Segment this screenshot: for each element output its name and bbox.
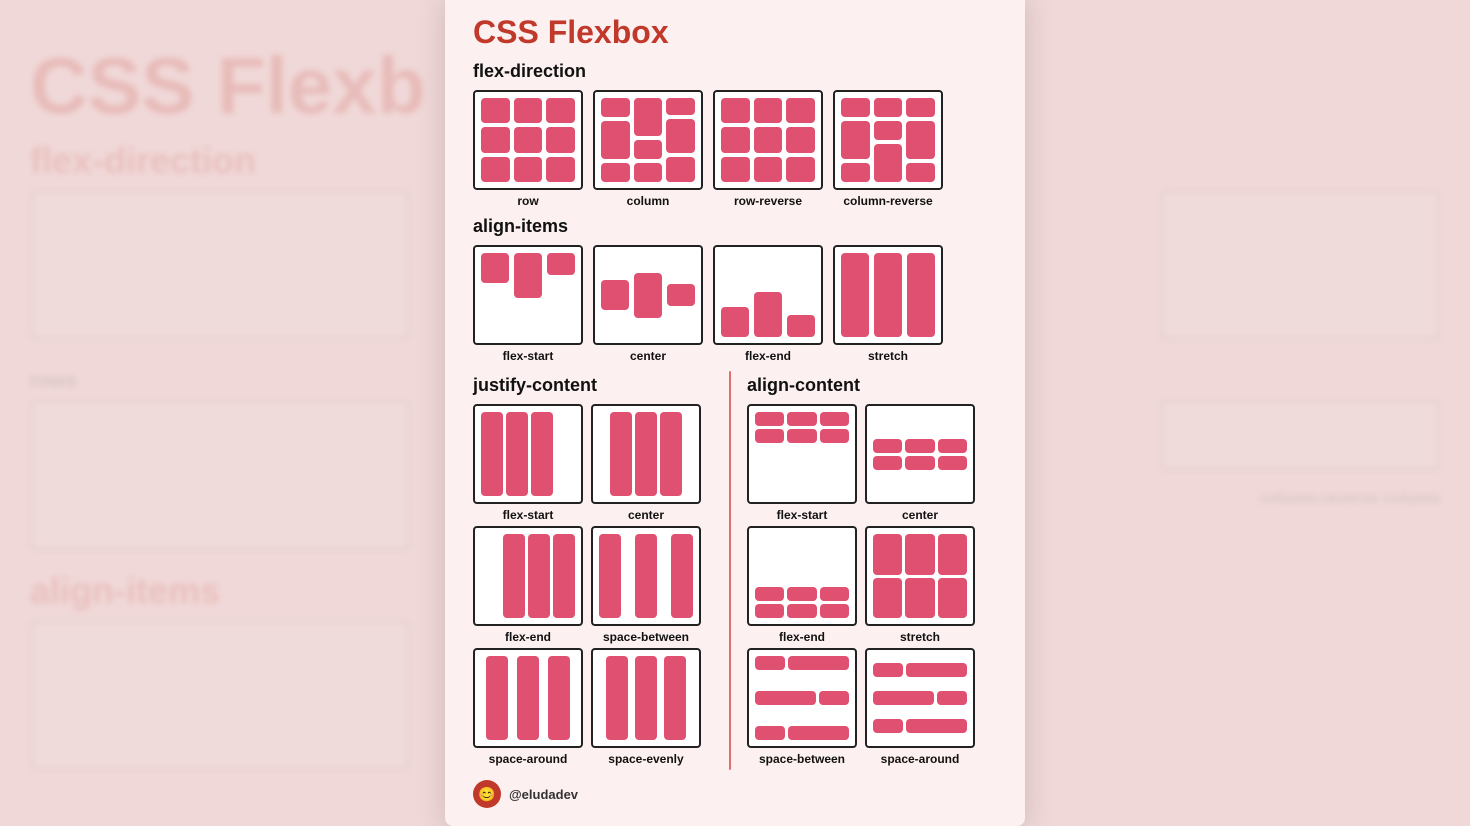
fd-col-reverse-box — [833, 90, 943, 190]
ac-space-between-item: space-between — [747, 648, 857, 766]
section-divider — [729, 371, 731, 770]
fd-col-reverse-item: column-reverse — [833, 90, 943, 208]
ac-stretch-label: stretch — [900, 630, 940, 644]
jc-flex-end-item: flex-end — [473, 526, 583, 644]
align-items-row: flex-start center flex-end — [473, 245, 997, 363]
brand-icon: 😊 — [473, 780, 501, 808]
ai-flex-end-box — [713, 245, 823, 345]
footer: 😊 @eludadev — [473, 780, 997, 808]
jc-space-around-item: space-around — [473, 648, 583, 766]
jc-space-between-item: space-between — [591, 526, 701, 644]
flex-direction-row: row — [473, 90, 997, 208]
ai-flex-start-box — [473, 245, 583, 345]
ai-center-item: center — [593, 245, 703, 363]
fd-column-item: column — [593, 90, 703, 208]
align-content-title: align-content — [747, 375, 997, 396]
jc-row-2: flex-end space-between — [473, 526, 723, 644]
ai-flex-start-label: flex-start — [503, 349, 554, 363]
ac-flex-end-box — [747, 526, 857, 626]
jc-center-item: center — [591, 404, 701, 522]
ac-flex-end-item: flex-end — [747, 526, 857, 644]
align-content-section: align-content — [737, 371, 997, 770]
jc-space-around-label: space-around — [489, 752, 568, 766]
ac-row-1: flex-start — [747, 404, 997, 522]
ai-center-box — [593, 245, 703, 345]
jc-flex-end-label: flex-end — [505, 630, 551, 644]
main-card: CSS Flexbox flex-direction — [445, 0, 1025, 826]
ai-center-label: center — [630, 349, 666, 363]
ac-row-2: flex-end — [747, 526, 997, 644]
ac-space-between-label: space-between — [759, 752, 845, 766]
jc-flex-start-label: flex-start — [503, 508, 554, 522]
ac-space-between-box — [747, 648, 857, 748]
ac-flex-end-label: flex-end — [779, 630, 825, 644]
page-title: CSS Flexbox — [473, 14, 997, 51]
ac-row-3: space-between — [747, 648, 997, 766]
jc-space-between-label: space-between — [603, 630, 689, 644]
fd-column-box — [593, 90, 703, 190]
ai-flex-end-label: flex-end — [745, 349, 791, 363]
ac-flex-start-item: flex-start — [747, 404, 857, 522]
jc-row-3: space-around space-evenly — [473, 648, 723, 766]
fd-row-box — [473, 90, 583, 190]
ac-center-item: center — [865, 404, 975, 522]
flex-direction-title: flex-direction — [473, 61, 997, 82]
ai-flex-start-item: flex-start — [473, 245, 583, 363]
jc-space-between-box — [591, 526, 701, 626]
align-items-title: align-items — [473, 216, 997, 237]
fd-column-label: column — [627, 194, 670, 208]
ac-space-around-label: space-around — [881, 752, 960, 766]
fd-row-item: row — [473, 90, 583, 208]
ac-space-around-box — [865, 648, 975, 748]
jc-space-around-box — [473, 648, 583, 748]
fd-col-reverse-label: column-reverse — [843, 194, 932, 208]
jc-ac-container: justify-content flex-start — [473, 371, 997, 770]
jc-row-1: flex-start center — [473, 404, 723, 522]
ai-flex-end-item: flex-end — [713, 245, 823, 363]
ai-stretch-item: stretch — [833, 245, 943, 363]
brand-handle: @eludadev — [509, 787, 578, 802]
jc-flex-start-item: flex-start — [473, 404, 583, 522]
align-items-section: align-items flex-start center — [473, 216, 997, 363]
ai-stretch-box — [833, 245, 943, 345]
jc-space-evenly-item: space-evenly — [591, 648, 701, 766]
ac-center-box — [865, 404, 975, 504]
fd-row-reverse-item: row-reverse — [713, 90, 823, 208]
jc-flex-start-box — [473, 404, 583, 504]
ac-stretch-box — [865, 526, 975, 626]
ac-space-around-item: space-around — [865, 648, 975, 766]
ai-stretch-label: stretch — [868, 349, 908, 363]
flex-direction-section: flex-direction — [473, 61, 997, 208]
ac-flex-start-box — [747, 404, 857, 504]
justify-content-section: justify-content flex-start — [473, 371, 723, 770]
jc-space-evenly-box — [591, 648, 701, 748]
jc-flex-end-box — [473, 526, 583, 626]
jc-center-box — [591, 404, 701, 504]
ac-center-label: center — [902, 508, 938, 522]
ac-flex-start-label: flex-start — [777, 508, 828, 522]
jc-center-label: center — [628, 508, 664, 522]
ac-stretch-item: stretch — [865, 526, 975, 644]
justify-content-title: justify-content — [473, 375, 723, 396]
fd-row-reverse-label: row-reverse — [734, 194, 802, 208]
jc-space-evenly-label: space-evenly — [608, 752, 683, 766]
fd-row-reverse-box — [713, 90, 823, 190]
fd-row-label: row — [517, 194, 538, 208]
